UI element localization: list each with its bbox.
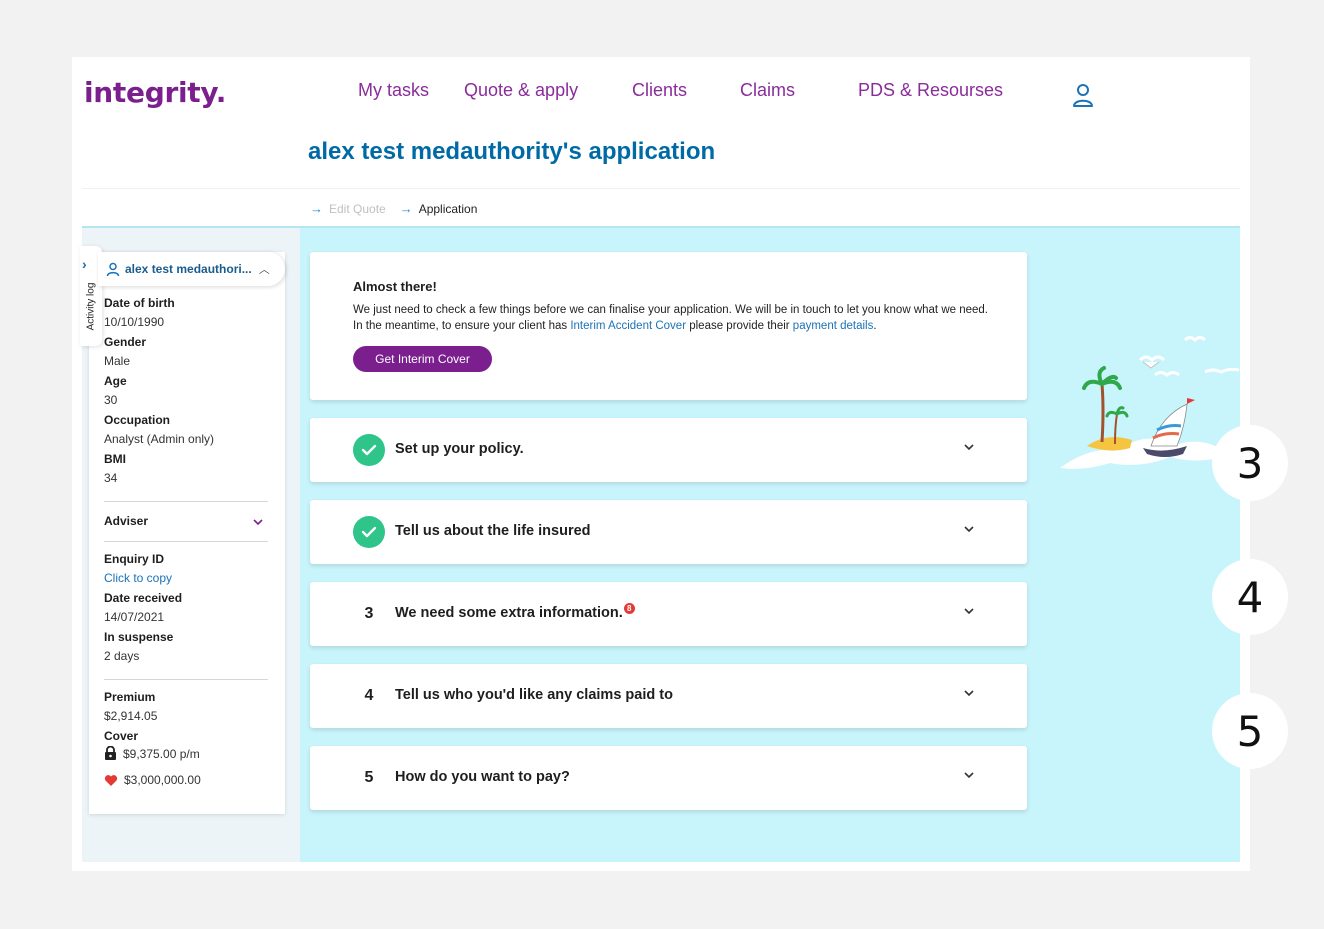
dob-label: Date of birth [104, 296, 175, 310]
occupation-value: Analyst (Admin only) [104, 432, 215, 446]
chevron-down-icon[interactable] [252, 517, 264, 527]
page-title: alex test medauthority's application [308, 138, 716, 165]
heart-icon [104, 774, 118, 786]
activity-log-label: Activity log [85, 282, 97, 330]
income-cover-value: $9,375.00 p/m [123, 746, 200, 761]
dob-value: 10/10/1990 [104, 315, 165, 329]
enquiry-id-label: Enquiry ID [104, 552, 165, 566]
nav-quote-apply[interactable]: Quote & apply [464, 80, 578, 101]
message-text: . [873, 320, 877, 332]
step-number-label: 4 [364, 687, 374, 704]
step-title: We need some extra information. [395, 605, 623, 621]
adviser-label[interactable]: Adviser [104, 514, 148, 528]
sidebar-divider [104, 679, 268, 680]
arrow-right-icon: → [310, 201, 323, 216]
check-circle-icon [353, 516, 385, 548]
step-title: Tell us about the life insured [395, 523, 591, 539]
step-number: 3 [353, 598, 385, 630]
breadcrumb-edit-quote[interactable]: → Edit Quote [310, 201, 386, 216]
nav-pds-resources[interactable]: PDS & Resourses [858, 80, 1003, 101]
step-title-row: We need some extra information. 8 [395, 603, 635, 621]
step-claims-payee[interactable]: 4 Tell us who you'd like any claims paid… [310, 664, 1027, 728]
cover-label: Cover [104, 729, 139, 743]
step-life-insured[interactable]: Tell us about the life insured [310, 500, 1027, 564]
step-number: 4 [353, 680, 385, 712]
copy-enquiry-id-link[interactable]: Click to copy [104, 571, 172, 585]
client-name: alex test medauthori... [125, 262, 252, 276]
check-circle-icon [353, 434, 385, 466]
step-number-label: 3 [364, 605, 374, 622]
step-complete-marker [353, 516, 385, 548]
step-title: How do you want to pay? [395, 769, 570, 785]
message-body: We just need to check a few things befor… [353, 302, 993, 334]
step-set-up-policy[interactable]: Set up your policy. [310, 418, 1027, 482]
in-suspense-label: In suspense [104, 630, 174, 644]
date-received-label: Date received [104, 591, 183, 605]
step-payment[interactable]: 5 How do you want to pay? [310, 746, 1027, 810]
integrity-logo[interactable]: integrity. [84, 76, 226, 109]
user-icon [106, 262, 120, 276]
step-number-label: 5 [364, 769, 374, 786]
chevron-right-icon: › [82, 256, 87, 272]
step-badge-4: 4 [1212, 559, 1288, 635]
step-title: Tell us who you'd like any claims paid t… [395, 687, 673, 703]
client-name-toggle[interactable]: alex test medauthori... ︿ [98, 252, 285, 286]
message-text: please provide their [686, 320, 793, 332]
sidebar-divider [104, 501, 268, 502]
chevron-up-icon: ︿ [258, 264, 270, 276]
life-cover-value: $3,000,000.00 [124, 773, 201, 787]
alert-count-badge: 8 [623, 603, 635, 614]
sidebar-divider [104, 541, 268, 542]
message-title: Almost there! [353, 279, 437, 294]
step-title: Set up your policy. [395, 441, 524, 457]
step-number: 5 [353, 762, 385, 794]
breadcrumb: → Edit Quote → Application [310, 201, 477, 216]
chevron-down-icon[interactable] [962, 522, 976, 536]
user-icon[interactable] [1071, 82, 1095, 108]
age-label: Age [104, 374, 127, 388]
arrow-right-icon: → [399, 201, 413, 216]
chevron-down-icon[interactable] [962, 768, 976, 782]
step-complete-marker [353, 434, 385, 466]
bmi-label: BMI [104, 452, 126, 466]
chevron-down-icon[interactable] [962, 440, 976, 454]
breadcrumb-label: Application [418, 201, 478, 216]
breadcrumb-label: Edit Quote [329, 201, 386, 216]
almost-there-card: Almost there! We just need to check a fe… [310, 252, 1027, 400]
payment-details-link[interactable]: payment details [793, 320, 874, 332]
premium-label: Premium [104, 690, 156, 704]
header-divider [82, 188, 1240, 189]
step-badge-5: 5 [1212, 693, 1288, 769]
breadcrumb-application: → Application [400, 201, 478, 216]
nav-my-tasks[interactable]: My tasks [358, 80, 429, 101]
nav-claims[interactable]: Claims [740, 80, 795, 101]
gender-value: Male [104, 354, 131, 368]
get-interim-cover-button[interactable]: Get Interim Cover [353, 346, 492, 372]
premium-value: $2,914.05 [104, 709, 158, 723]
step-badge-3: 3 [1212, 425, 1288, 501]
nav-clients[interactable]: Clients [632, 80, 687, 101]
chevron-down-icon[interactable] [962, 604, 976, 618]
date-received-value: 14/07/2021 [104, 610, 165, 624]
income-cover-row: $9,375.00 p/m [104, 746, 200, 761]
in-suspense-value: 2 days [104, 649, 140, 663]
age-value: 30 [104, 393, 118, 407]
chevron-down-icon[interactable] [962, 686, 976, 700]
bmi-value: 34 [104, 471, 118, 485]
interim-accident-cover-link[interactable]: Interim Accident Cover [570, 320, 686, 332]
step-extra-information[interactable]: 3 We need some extra information. 8 [310, 582, 1027, 646]
gender-label: Gender [104, 335, 147, 349]
lock-icon [105, 746, 116, 760]
life-cover-row: $3,000,000.00 [104, 773, 201, 787]
occupation-label: Occupation [104, 413, 171, 427]
